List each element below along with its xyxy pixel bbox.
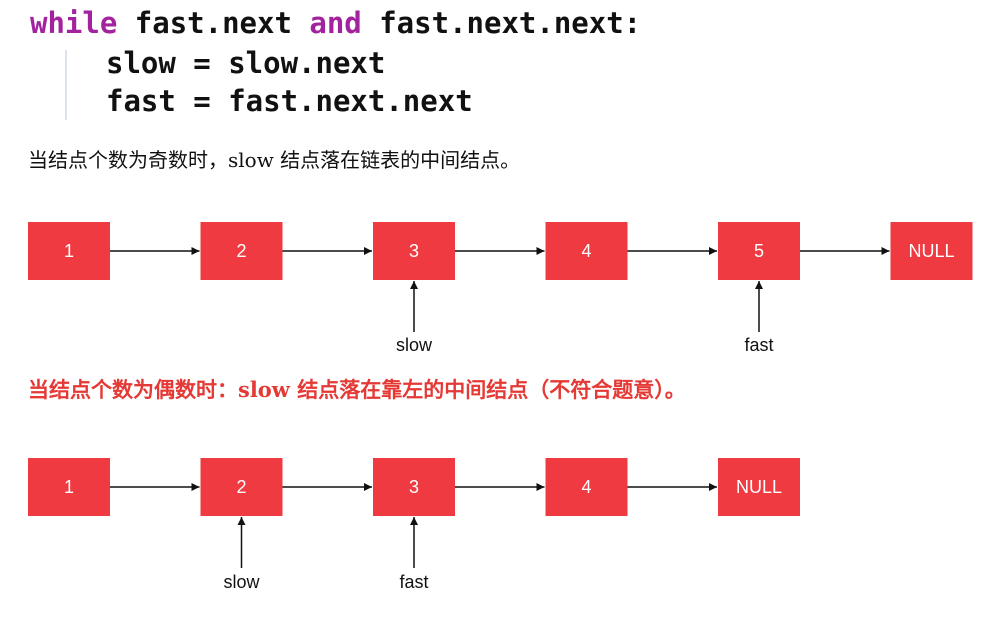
node-label: 1 xyxy=(64,477,74,497)
linked-list-odd: 1 2 3 4 5 NULL slow fast xyxy=(28,222,973,355)
pointer-label: fast xyxy=(399,572,428,592)
linked-list-even: 1 2 3 4 NULL slow fast xyxy=(28,458,800,592)
pointer-label: slow xyxy=(223,572,260,592)
node-label: 5 xyxy=(754,241,764,261)
pointer-label: fast xyxy=(744,335,773,355)
node-label: 3 xyxy=(409,241,419,261)
node-label: 1 xyxy=(64,241,74,261)
node-label: 4 xyxy=(581,477,591,497)
node-label: NULL xyxy=(908,241,954,261)
node-label: 2 xyxy=(236,477,246,497)
node-label: 4 xyxy=(581,241,591,261)
pointer-label: slow xyxy=(396,335,433,355)
linked-list-diagram: 1 2 3 4 5 NULL slow fast 1 2 3 4 NULL slow fast xyxy=(28,222,973,592)
node-label: 2 xyxy=(236,241,246,261)
node-label: 3 xyxy=(409,477,419,497)
node-label: NULL xyxy=(736,477,782,497)
